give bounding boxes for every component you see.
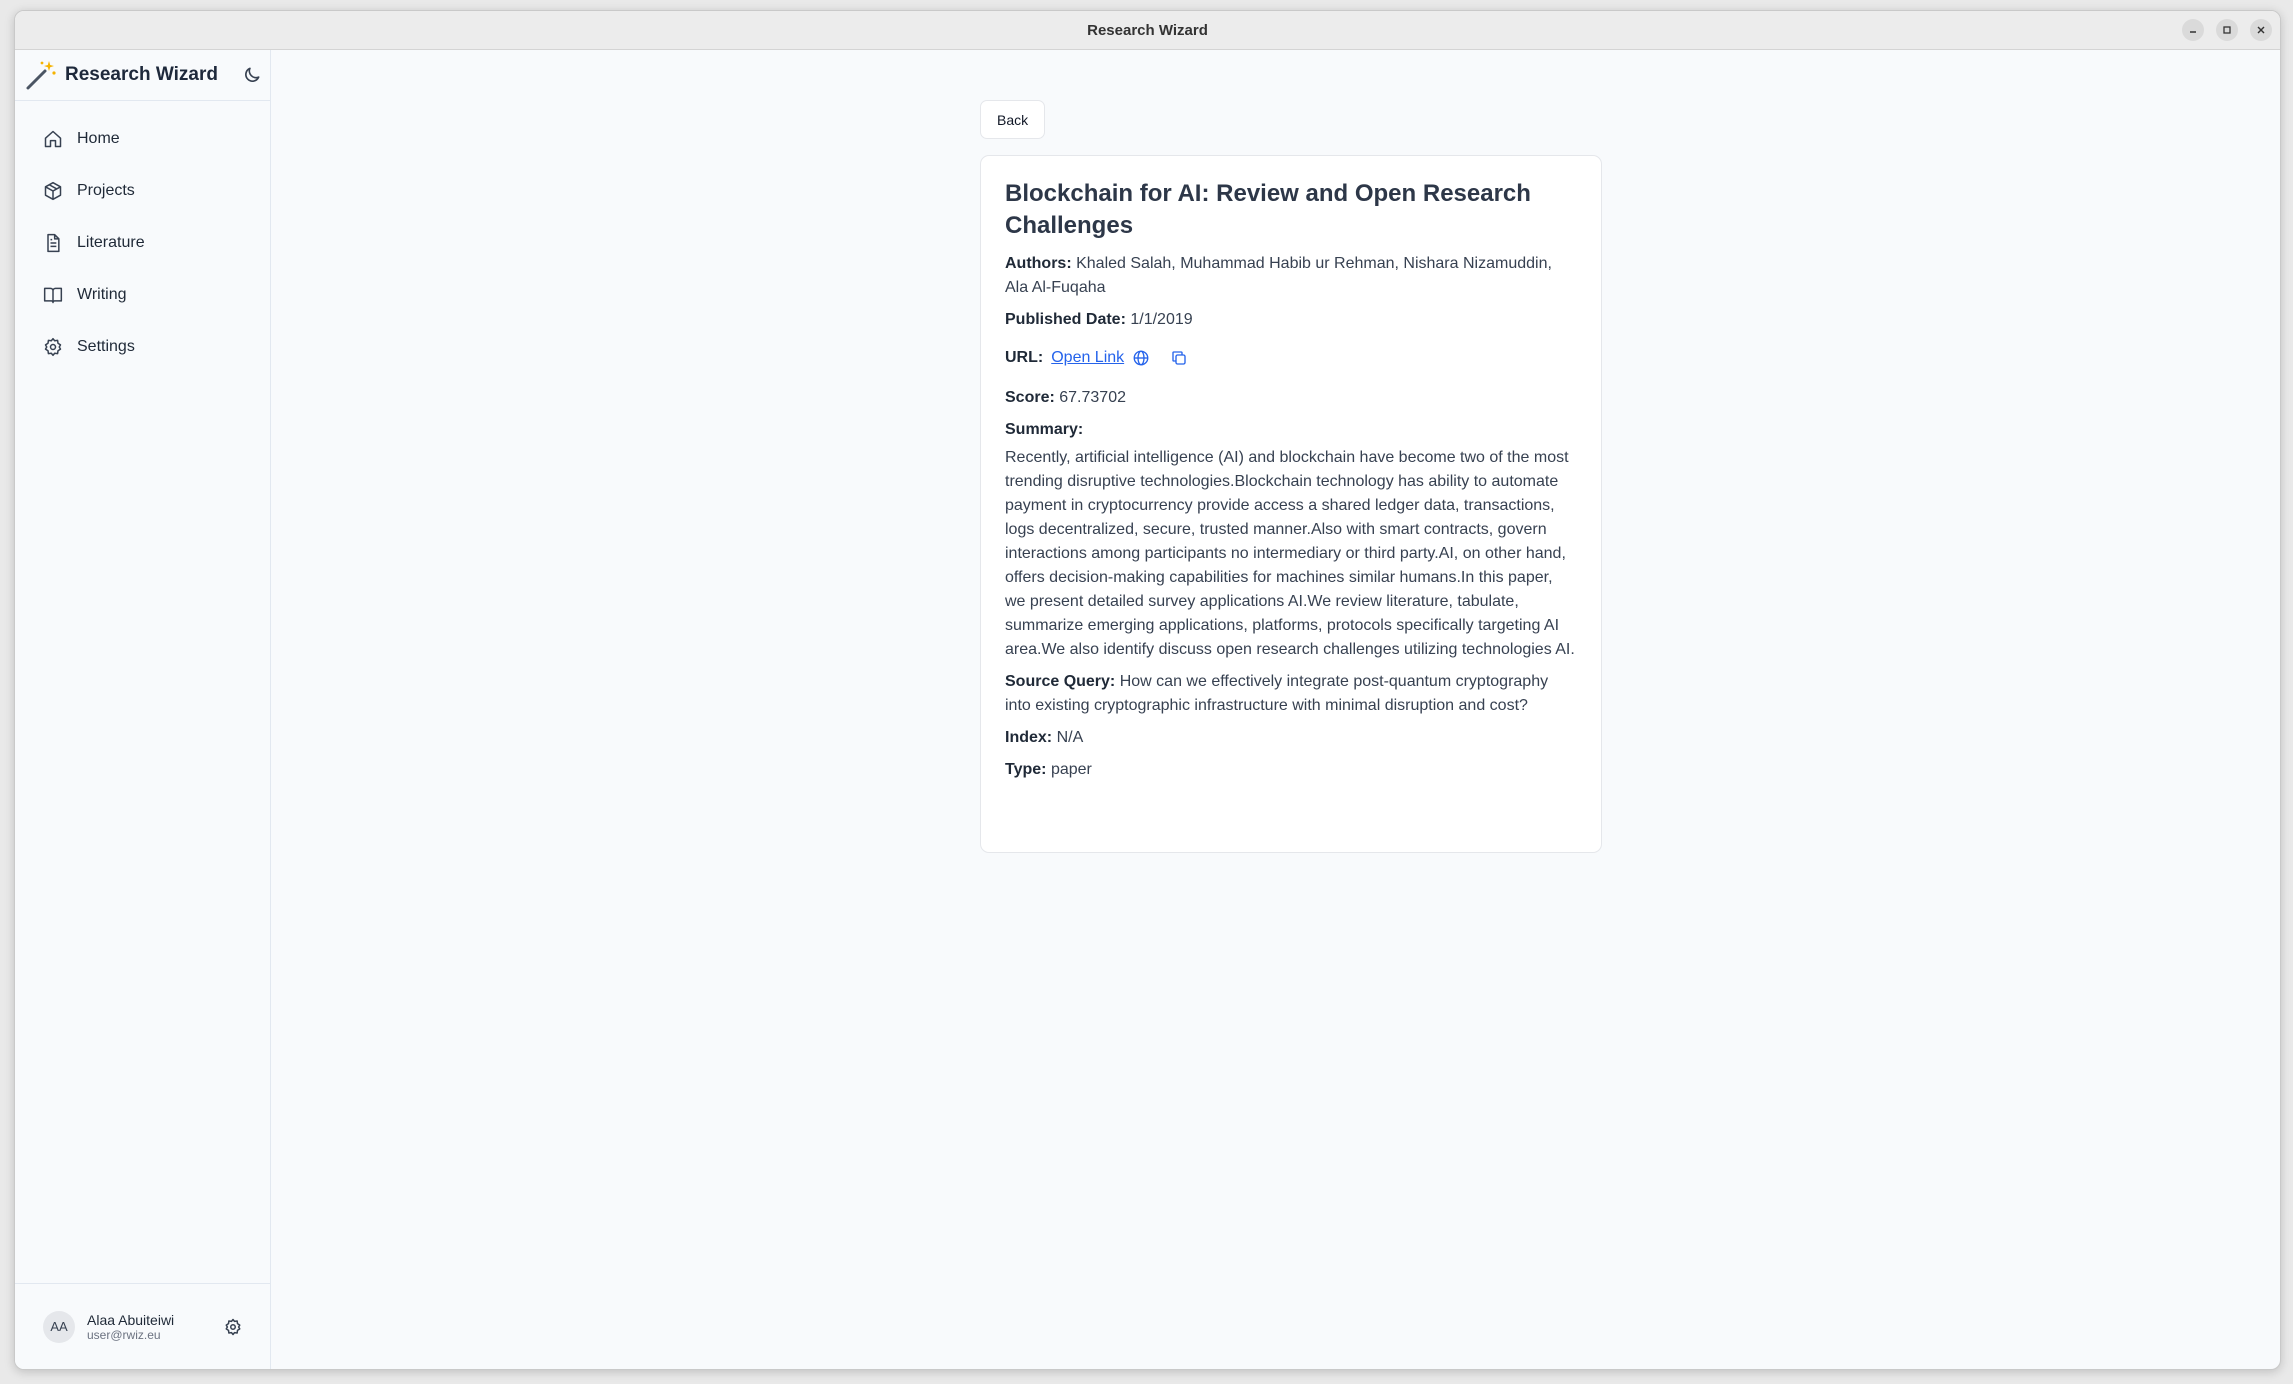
summary-field: Summary: <box>1005 418 1577 442</box>
file-text-icon <box>47 233 60 253</box>
close-icon <box>2257 26 2265 34</box>
sidebar-header: Research Wizard <box>15 50 270 101</box>
user-info: Alaa Abuiteiwi user@rwiz.eu <box>87 1312 212 1342</box>
home-icon <box>44 130 62 148</box>
published-date-value: 1/1/2019 <box>1130 311 1193 328</box>
maximize-icon <box>2223 26 2231 34</box>
source-query-label: Source Query: <box>1005 673 1116 690</box>
paper-details-card: Blockchain for AI: Review and Open Resea… <box>980 155 1602 853</box>
sidebar-item-label: Writing <box>77 286 127 303</box>
sidebar-item-label: Home <box>77 130 120 147</box>
user-name: Alaa Abuiteiwi <box>87 1311 175 1328</box>
window-title: Research Wizard <box>1087 21 1208 39</box>
user-email: user@rwiz.eu <box>87 1327 161 1342</box>
type-field: Type: paper <box>1005 758 1577 782</box>
main-content: Back Blockchain for AI: Review and Open … <box>271 50 2280 1369</box>
sidebar-item-projects[interactable]: Projects <box>25 169 260 213</box>
summary-label: Summary: <box>1005 421 1084 438</box>
published-date-field: Published Date: 1/1/2019 <box>1005 308 1577 332</box>
sidebar-item-literature[interactable]: Literature <box>25 221 260 265</box>
book-open-icon <box>43 287 63 304</box>
brand-name: Research Wizard <box>65 64 218 85</box>
app-body: Research Wizard Home Projects Literature… <box>15 50 2280 1369</box>
authors-label: Authors: <box>1005 255 1072 272</box>
type-label: Type: <box>1005 761 1047 778</box>
sidebar-item-label: Literature <box>77 234 145 251</box>
index-field: Index: N/A <box>1005 726 1577 750</box>
maximize-button[interactable] <box>2216 19 2238 41</box>
url-field: URL: Open Link <box>1005 346 1577 370</box>
gear-icon <box>44 337 62 357</box>
sidebar: Research Wizard Home Projects Literature… <box>15 50 271 1369</box>
moon-icon[interactable] <box>242 65 262 85</box>
sidebar-item-settings[interactable]: Settings <box>25 325 260 369</box>
sidebar-item-label: Settings <box>77 338 135 355</box>
authors-field: Authors: Khaled Salah, Muhammad Habib ur… <box>1005 252 1577 300</box>
user-settings-gear-icon[interactable] <box>224 1318 242 1336</box>
close-button[interactable] <box>2250 19 2272 41</box>
copy-icon[interactable] <box>1170 349 1188 367</box>
summary-text: Recently, artificial intelligence (AI) a… <box>1005 449 1575 658</box>
open-link[interactable]: Open Link <box>1051 346 1124 370</box>
index-label: Index: <box>1005 729 1053 746</box>
globe-icon[interactable] <box>1132 349 1150 367</box>
paper-title: Blockchain for AI: Review and Open Resea… <box>1005 180 1531 239</box>
score-label: Score: <box>1005 389 1055 406</box>
source-query-field: Source Query: How can we effectively int… <box>1005 670 1577 718</box>
box-icon <box>44 181 62 201</box>
minimize-button[interactable] <box>2182 19 2204 41</box>
back-button[interactable]: Back <box>980 100 1046 139</box>
published-date-label: Published Date: <box>1005 311 1126 328</box>
sidebar-nav: Home Projects Literature Writing Setting… <box>15 101 270 385</box>
sidebar-item-home[interactable]: Home <box>25 117 260 161</box>
sidebar-item-writing[interactable]: Writing <box>25 273 260 317</box>
score-value: 67.73702 <box>1059 389 1126 406</box>
window-controls <box>2182 19 2272 41</box>
sidebar-item-label: Projects <box>77 182 135 199</box>
title-bar: Research Wizard <box>15 11 2280 50</box>
user-panel: AA Alaa Abuiteiwi user@rwiz.eu <box>15 1283 270 1369</box>
index-value: N/A <box>1056 729 1084 746</box>
url-label: URL: <box>1005 349 1044 366</box>
avatar[interactable]: AA <box>43 1310 75 1343</box>
magic-wand-icon <box>26 61 56 90</box>
type-value: paper <box>1050 761 1092 778</box>
authors-value: Khaled Salah, Muhammad Habib ur Rehman, … <box>1005 255 1552 296</box>
app-window: Research Wizard Research Wizard Home Pro… <box>14 10 2281 1370</box>
score-field: Score: 67.73702 <box>1005 386 1577 410</box>
minimize-icon <box>2190 31 2196 33</box>
